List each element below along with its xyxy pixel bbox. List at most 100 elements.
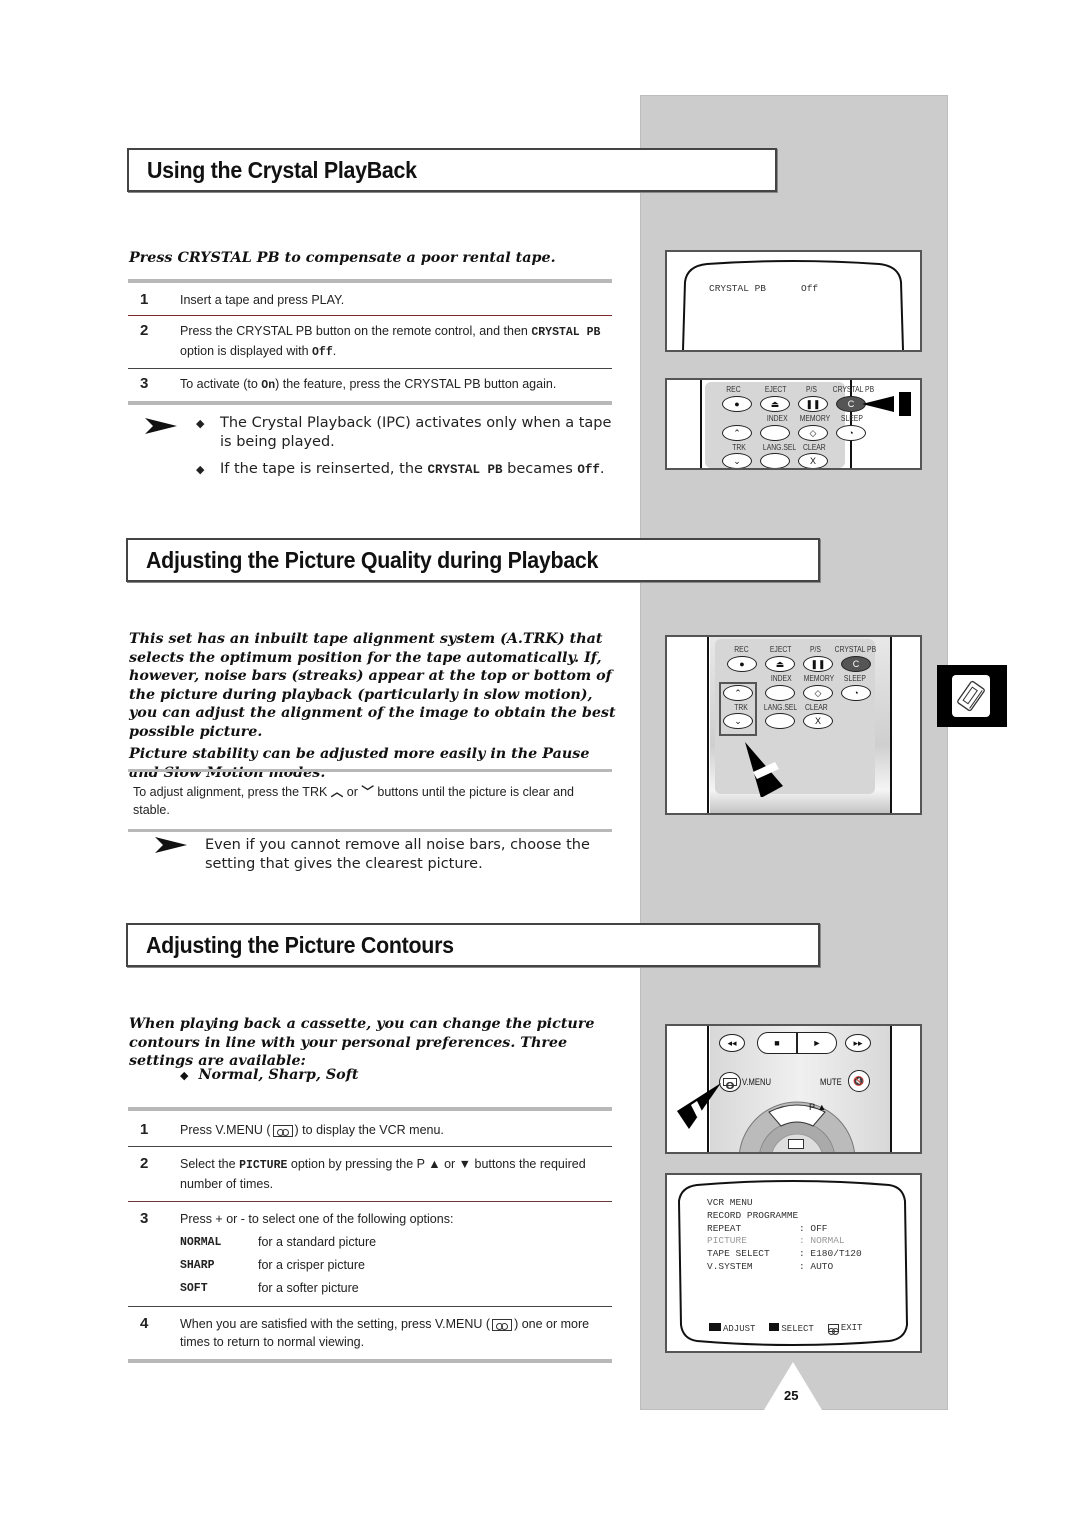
step-text: Select the PICTURE option by pressing th… (180, 1157, 586, 1191)
section-title-text: Adjusting the Picture Contours (146, 931, 454, 958)
crystal-notes: ◆ The Crystal Playback (IPC) activates o… (196, 414, 616, 480)
clear-button[interactable]: X (798, 453, 828, 468)
clear-button[interactable]: X (803, 713, 833, 729)
vmenu-icon (272, 1124, 293, 1137)
crystal-intro: Press CRYSTAL PB to compensate a poor re… (129, 250, 556, 266)
select-icon (769, 1323, 780, 1331)
pointer-icon (862, 392, 911, 416)
menu-item-v-system[interactable]: V.SYSTEM: AUTO (707, 1261, 862, 1274)
menu-item-record-programme[interactable]: RECORD PROGRAMME (707, 1210, 862, 1223)
screen-mode-icon (788, 1139, 804, 1149)
option-normal: NORMAL for a standard picture (180, 1235, 377, 1249)
divider (128, 1359, 612, 1363)
section-title-crystal-playback: Using the Crystal PlayBack (127, 148, 777, 192)
instruction-text: To adjust alignment, press the TRK ︿ or … (133, 785, 575, 817)
remote-illustration-crystal: REC EJECT P/S CRYSTAL PB ● ⏏ ❚❚ C INDEX … (665, 378, 922, 470)
p-up-button[interactable]: P ▲ (809, 1102, 826, 1112)
adjust-icon (709, 1323, 721, 1331)
sleep-button[interactable]: ◔ (841, 685, 871, 701)
fast-forward-button[interactable]: ▸▸ (845, 1034, 871, 1052)
contours-steps: 1 Press V.MENU () to display the VCR men… (128, 1107, 612, 1363)
crystal-steps: 1 Insert a tape and press PLAY. 2 Press … (128, 279, 612, 405)
menu-item-repeat[interactable]: REPEAT: OFF (707, 1223, 862, 1236)
footer-exit: EXIT (827, 1323, 862, 1335)
sleep-button[interactable]: ◔ (836, 425, 866, 441)
stop-button[interactable]: ■ (757, 1032, 797, 1054)
step-number: 3 (140, 375, 149, 392)
off-term: Off (312, 346, 333, 359)
remote-illustration-trk: REC EJECT P/S CRYSTAL PB ● ⏏ ❚❚ C INDEX … (665, 635, 922, 815)
mute-button[interactable]: 🔇 (848, 1070, 870, 1092)
section-title-picture-contours: Adjusting the Picture Contours (126, 923, 820, 967)
pointer-icon (745, 742, 783, 797)
trk-down-icon: ﹀ (361, 785, 374, 799)
option-soft: SOFT for a softer picture (180, 1281, 359, 1295)
section-title-picture-quality: Adjusting the Picture Quality during Pla… (126, 538, 820, 582)
play-button[interactable]: ► (797, 1032, 837, 1054)
step-4: 4 When you are satisfied with the settin… (128, 1307, 612, 1359)
step-text: Press V.MENU () to display the VCR menu. (180, 1123, 444, 1137)
section-title-text: Adjusting the Picture Quality during Pla… (146, 546, 599, 573)
screen-value: Off (801, 283, 819, 294)
contours-intro: When playing back a cassette, you can ch… (129, 1016, 595, 1069)
trk-down-button[interactable]: ⌄ (722, 453, 752, 468)
vmenu-icon (492, 1318, 513, 1331)
menu-item-tape-select[interactable]: TAPE SELECT: E180/T120 (707, 1248, 862, 1261)
menu-item-picture[interactable]: PICTURE: NORMAL (707, 1235, 862, 1248)
diamond-bullet-icon: ◆ (180, 1069, 189, 1082)
screen-label: CRYSTAL PB (709, 283, 767, 294)
eject-button[interactable]: ⏏ (765, 656, 795, 672)
trk-up-button[interactable]: ⌃ (723, 685, 753, 701)
cassette-icon (957, 680, 985, 712)
note-item: ◆ The Crystal Playback (IPC) activates o… (196, 415, 612, 450)
step-text: To activate (to On) the feature, press t… (180, 377, 557, 392)
memory-button[interactable]: ◇ (798, 425, 828, 441)
chapter-tab (937, 665, 1007, 727)
eject-button[interactable]: ⏏ (760, 396, 790, 412)
pause-still-button[interactable]: ❚❚ (798, 396, 828, 412)
section-title-text: Using the Crystal PlayBack (147, 156, 417, 183)
divider (128, 829, 612, 832)
rec-button[interactable]: ● (727, 656, 757, 672)
remote-illustration-vmenu: ◂◂ ■ ► ▸▸ V.MENU MUTE 🔇 P ▲ (665, 1024, 922, 1154)
step-2: 2 Select the PICTURE option by pressing … (128, 1147, 612, 1201)
memory-button[interactable]: ◇ (803, 685, 833, 701)
rec-button[interactable]: ● (722, 396, 752, 412)
tv-screen-crystal: CRYSTAL PB Off (665, 250, 922, 352)
step-text: When you are satisfied with the setting,… (180, 1317, 590, 1349)
index-button[interactable] (765, 685, 795, 701)
step-number: 1 (140, 291, 149, 308)
crystal-pb-term: CRYSTAL PB (531, 326, 601, 339)
index-button[interactable] (760, 425, 790, 441)
exit-icon (827, 1323, 839, 1335)
footer-adjust: ADJUST (709, 1323, 755, 1334)
trk-up-button[interactable]: ⌃ (722, 425, 752, 441)
trk-down-button[interactable]: ⌄ (723, 713, 753, 729)
step-3: 3 Press + or - to select one of the foll… (128, 1202, 612, 1306)
step-number: 2 (140, 1155, 149, 1172)
lang-sel-button[interactable] (760, 453, 790, 468)
contours-bullet: ◆ Normal, Sharp, Soft (180, 1067, 359, 1083)
vcr-menu-footer: ADJUST SELECT EXIT (709, 1323, 862, 1335)
trk-up-icon: ︿ (330, 785, 344, 799)
step-text: Press the CRYSTAL PB button on the remot… (180, 324, 601, 359)
rewind-button[interactable]: ◂◂ (719, 1034, 745, 1052)
step-number: 3 (140, 1210, 149, 1227)
divider (128, 401, 612, 405)
pause-still-button[interactable]: ❚❚ (803, 656, 833, 672)
picture-quality-instruction: To adjust alignment, press the TRK ︿ or … (128, 769, 612, 832)
step-1: 1 Press V.MENU () to display the VCR men… (128, 1111, 612, 1146)
vmenu-label: V.MENU (742, 1077, 772, 1087)
option-sharp: SHARP for a crisper picture (180, 1258, 365, 1272)
vcr-menu-list: VCR MENU RECORD PROGRAMME REPEAT: OFF PI… (707, 1197, 862, 1274)
vcr-menu-title: VCR MENU (707, 1197, 753, 1208)
note-arrow-icon (145, 418, 177, 434)
crystal-pb-button[interactable]: C (841, 656, 871, 672)
lang-sel-button[interactable] (765, 713, 795, 729)
note-item: ◆ If the tape is reinserted, the CRYSTAL… (196, 460, 616, 480)
picture-term: PICTURE (239, 1159, 288, 1172)
step-2: 2 Press the CRYSTAL PB button on the rem… (128, 316, 612, 368)
tv-screen-vcr-menu: VCR MENU RECORD PROGRAMME REPEAT: OFF PI… (665, 1173, 922, 1353)
note-arrow-icon (155, 837, 187, 853)
mute-label: MUTE (820, 1077, 842, 1087)
